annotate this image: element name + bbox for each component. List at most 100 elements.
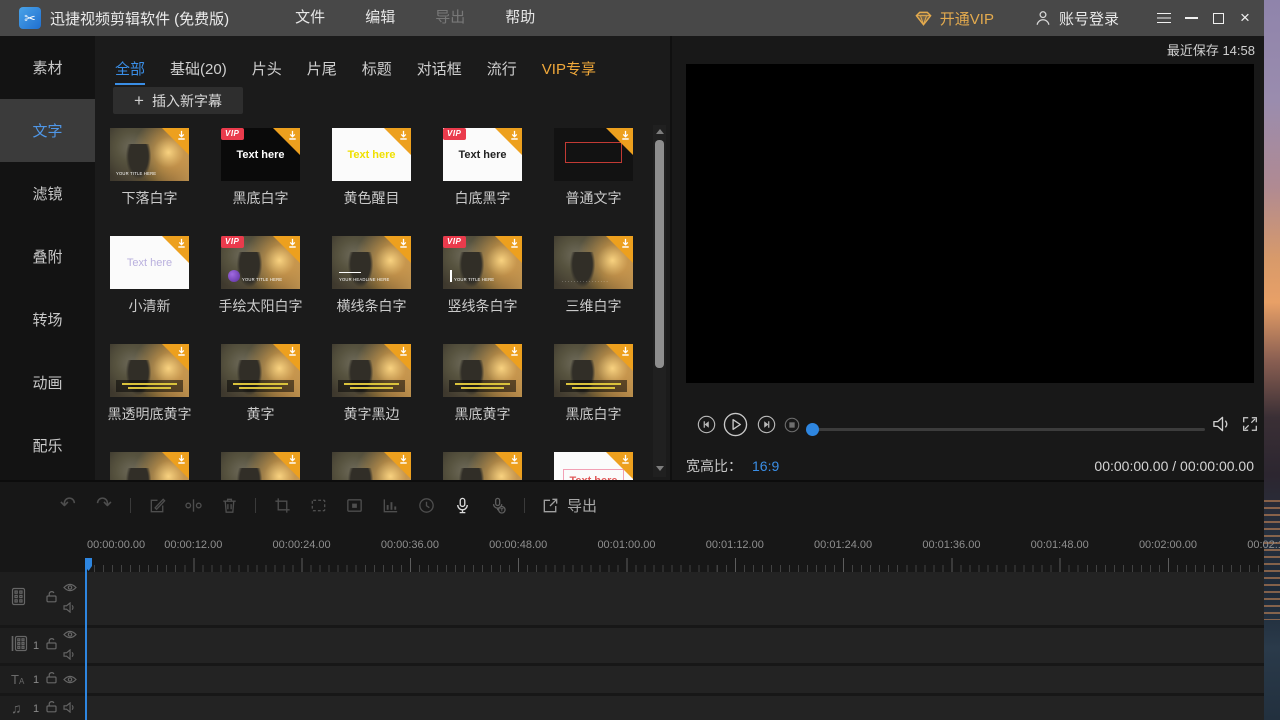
undo-icon[interactable]: ↶ [58,495,78,515]
template-item[interactable]: · · · · · · · · · · · · · · · ·三维白字 [554,236,633,289]
window-menu-icon[interactable] [1155,9,1173,27]
duration-clock-icon[interactable] [416,495,436,515]
tab-vip[interactable]: VIP专享 [542,58,596,85]
edit-clip-icon[interactable] [147,495,167,515]
aspect-ratio-value[interactable]: 16:9 [752,458,779,474]
volume-icon[interactable] [1212,414,1233,439]
track-lock-icon[interactable] [45,671,58,689]
template-item[interactable]: YOUR TITLE HERE下落白字 [110,128,189,181]
split-clip-icon[interactable] [183,495,203,515]
canvas-size-icon[interactable] [308,495,328,515]
template-item[interactable]: 黑透明底黄字 [110,344,189,397]
template-item[interactable]: Text here [554,452,633,480]
track-lane-video-overlay[interactable] [85,628,1264,663]
scrollbar-up-arrow-icon[interactable] [653,125,666,137]
track-visibility-icon[interactable] [63,671,77,689]
menu-item-help[interactable]: 帮助 [485,0,555,36]
sidebar-item-overlay[interactable]: 叠附 [0,225,95,288]
track-mute-icon[interactable] [63,647,77,665]
menu-item-edit[interactable]: 编辑 [345,0,415,36]
track-lock-icon[interactable] [45,700,58,718]
template-item[interactable]: 黑底白字 [554,344,633,397]
window-minimize-button[interactable] [1182,9,1200,27]
template-label: 黑底白字 [566,404,622,424]
sidebar-item-transition[interactable]: 转场 [0,288,95,351]
track-clip-count: 1 [33,703,39,715]
account-login-button[interactable]: 账号登录 [1034,8,1119,29]
template-thumbnail: Text here [332,128,411,181]
template-thumbnail [554,128,633,181]
track-lane-audio[interactable] [85,696,1264,720]
previous-frame-button[interactable] [697,415,716,439]
track-lane-text[interactable] [85,666,1264,693]
stop-button[interactable] [784,417,800,438]
mosaic-icon[interactable] [344,495,364,515]
template-item[interactable]: 黑底黄字 [443,344,522,397]
template-item[interactable] [332,452,411,480]
ruler-label: 00:02:00.00 [1139,539,1197,551]
template-item[interactable] [221,452,300,480]
account-login-label: 账号登录 [1059,8,1119,29]
sidebar-item-filter[interactable]: 滤镜 [0,162,95,225]
play-button[interactable] [723,412,748,442]
seek-handle[interactable] [806,423,819,436]
track-visibility-icon[interactable] [63,579,77,597]
track-lock-icon[interactable] [45,637,58,655]
template-item[interactable] [443,452,522,480]
tab-basic[interactable]: 基础(20) [170,58,227,85]
titlebar: ✂ 迅捷视频剪辑软件 (免费版) 文件编辑导出帮助 开通VIP 账号登录 [0,0,1264,36]
window-close-button[interactable]: × [1236,9,1254,27]
track-mute-icon[interactable] [63,700,76,718]
template-label: 黑底黄字 [455,404,511,424]
timeline-ruler-ticks[interactable] [85,558,1264,572]
template-item[interactable]: VIPText here白底黑字 [443,128,522,181]
sidebar-item-text[interactable]: 文字 [0,99,95,162]
scrollbar-thumb[interactable] [655,140,664,368]
fullscreen-icon[interactable] [1241,415,1259,438]
sidebar-item-music[interactable]: 配乐 [0,414,95,477]
template-item[interactable] [110,452,189,480]
track-lock-icon[interactable] [45,590,58,608]
tab-all[interactable]: 全部 [115,58,145,85]
template-item[interactable]: VIPYOUR TITLE HERE手绘太阳白字 [221,236,300,289]
timeline-ruler[interactable]: 00:00:00.0000:00:12.0000:00:24.0000:00:3… [0,539,1264,555]
delete-clip-icon[interactable] [219,495,239,515]
record-voiceover-icon[interactable] [452,495,472,515]
music-track-icon: ♫ [11,700,22,718]
template-item[interactable]: 黄字黑边 [332,344,411,397]
preview-panel: 最近保存 14:58 宽高比： 16:9 00:00:00.00 / 00:00… [672,36,1264,480]
insert-subtitle-button[interactable]: + 插入新字幕 [113,87,243,114]
tab-intro[interactable]: 片头 [252,58,282,85]
track-clip-count: 1 [33,674,39,686]
vip-upgrade-button[interactable]: 开通VIP [914,8,994,29]
template-item[interactable]: YOUR HEADLINE HERE横线条白字 [332,236,411,289]
text-to-speech-icon[interactable] [488,495,508,515]
template-item[interactable]: Text here小清新 [110,236,189,289]
track-mute-icon[interactable] [63,600,77,618]
template-item[interactable]: VIPYOUR TITLE HERE竖线条白字 [443,236,522,289]
template-item[interactable]: Text here黄色醒目 [332,128,411,181]
next-frame-button[interactable] [757,415,776,439]
tab-title[interactable]: 标题 [362,58,392,85]
sidebar-item-material[interactable]: 素材 [0,36,95,99]
template-item[interactable]: 普通文字 [554,128,633,181]
menu-item-file[interactable]: 文件 [275,0,345,36]
audio-wave-icon[interactable] [380,495,400,515]
tab-dialog[interactable]: 对话框 [417,58,462,85]
window-maximize-button[interactable] [1209,9,1227,27]
panel-scrollbar[interactable] [653,125,666,477]
timeline-export-button[interactable]: 导出 [541,495,597,516]
tab-popular[interactable]: 流行 [487,58,517,85]
playhead-line [85,558,87,720]
redo-icon[interactable]: ↷ [94,495,114,515]
scrollbar-down-arrow-icon[interactable] [653,462,666,474]
menu-item-export: 导出 [415,0,485,36]
track-visibility-icon[interactable] [63,626,77,644]
template-item[interactable]: VIPText here黑底白字 [221,128,300,181]
template-item[interactable]: 黄字 [221,344,300,397]
seek-bar[interactable] [809,428,1205,431]
track-lane-video-main[interactable] [85,572,1264,625]
sidebar-item-animation[interactable]: 动画 [0,351,95,414]
tab-outro[interactable]: 片尾 [307,58,337,85]
crop-icon[interactable] [272,495,292,515]
